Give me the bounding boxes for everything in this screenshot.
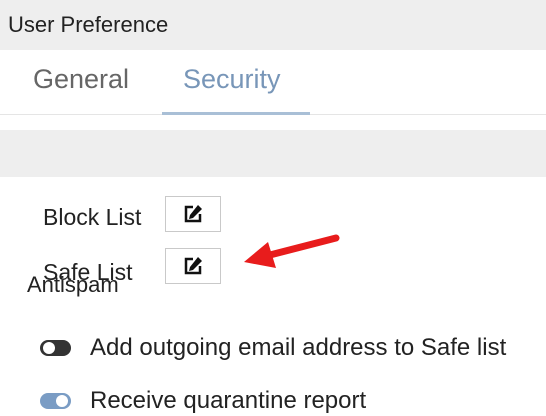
- page-title: User Preference: [8, 12, 169, 37]
- safe-list-label: Safe List: [43, 259, 133, 285]
- tab-security[interactable]: Security: [183, 62, 281, 96]
- toggle-knob: [56, 395, 68, 407]
- tab-general[interactable]: General: [33, 62, 129, 96]
- red-arrow-icon: [244, 234, 340, 268]
- edit-icon: [184, 205, 202, 223]
- section-header-antispam: Antispam: [0, 130, 546, 297]
- quarantine-report-toggle[interactable]: [40, 393, 71, 409]
- quarantine-report-label: Receive quarantine report: [90, 387, 367, 414]
- active-tab-indicator: [162, 112, 310, 115]
- block-list-label: Block List: [43, 204, 142, 230]
- outgoing-safe-list-label: Add outgoing email address to Safe list: [90, 334, 507, 361]
- edit-icon: [184, 257, 202, 275]
- block-list-edit-button[interactable]: [165, 196, 221, 232]
- toggle-knob: [43, 342, 55, 354]
- outgoing-safe-list-toggle[interactable]: [40, 340, 71, 356]
- safe-list-edit-button[interactable]: [165, 248, 221, 284]
- header-bar: User Preference: [0, 0, 546, 50]
